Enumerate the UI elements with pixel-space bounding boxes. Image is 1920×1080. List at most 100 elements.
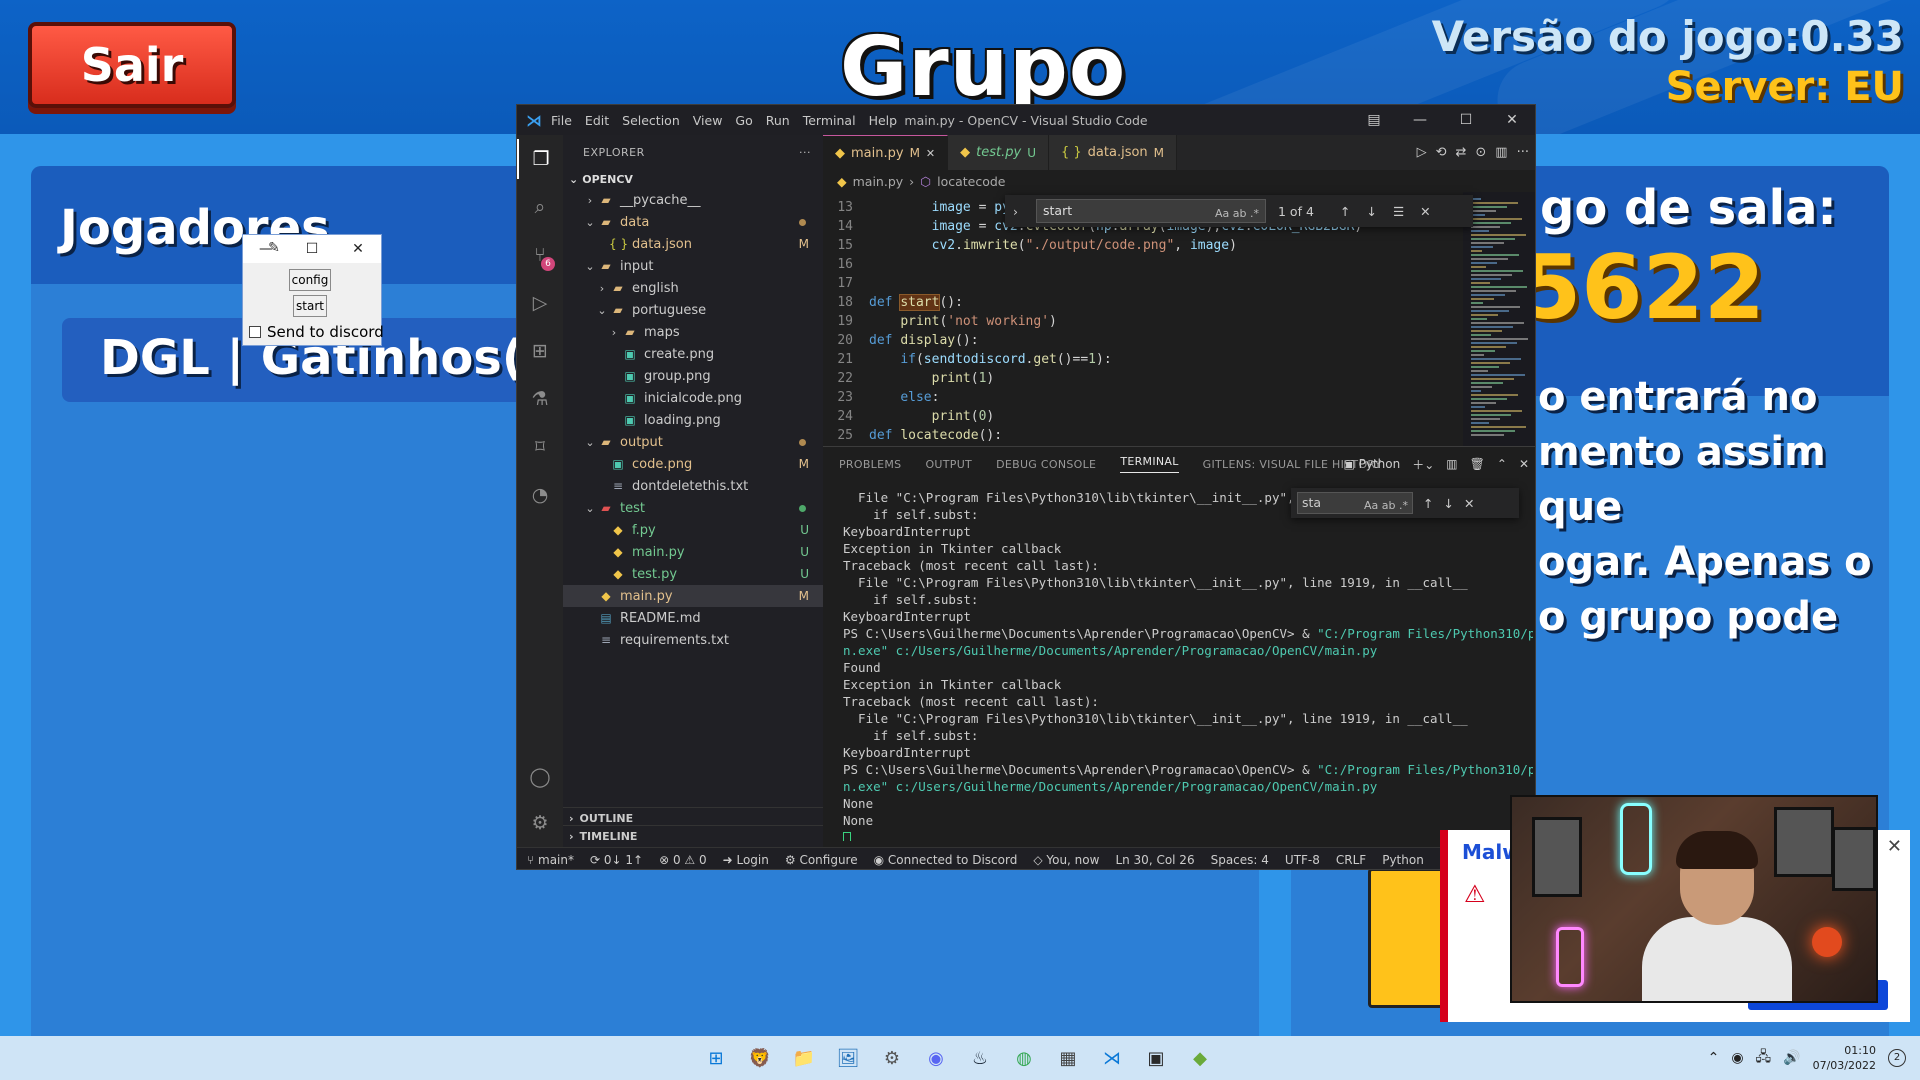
status-item[interactable]: Python <box>1382 853 1424 867</box>
testing-icon[interactable]: ⚗ <box>517 379 563 419</box>
status-item[interactable]: Spaces: 4 <box>1211 853 1269 867</box>
panel-tab[interactable]: TERMINAL <box>1120 455 1179 473</box>
breadcrumb-file[interactable]: main.py <box>853 174 904 189</box>
split-terminal-icon[interactable]: ▥ <box>1446 457 1457 471</box>
discord-icon[interactable]: ◉ <box>920 1042 952 1074</box>
arrow-up-icon[interactable]: ↑ <box>1423 496 1433 511</box>
tree-item[interactable]: ▣ code.png M <box>563 453 823 475</box>
status-item[interactable]: Ln 30, Col 26 <box>1115 853 1194 867</box>
explorer-icon[interactable]: ❐ <box>517 139 563 179</box>
tree-item[interactable]: ◆ main.py M <box>563 585 823 607</box>
editor-tab[interactable]: ◆ test.py U <box>948 135 1049 170</box>
close-icon[interactable]: ✕ <box>1887 836 1902 857</box>
compare-icon[interactable]: ⇄ <box>1455 145 1466 160</box>
menu-item-run[interactable]: Run <box>766 113 790 128</box>
add-terminal-icon[interactable]: ＋⌄ <box>1412 456 1434 473</box>
tree-item[interactable]: ▣ group.png <box>563 365 823 387</box>
close-icon[interactable]: ✕ <box>1420 204 1430 219</box>
close-icon[interactable]: ✕ <box>335 241 381 257</box>
menu-item-edit[interactable]: Edit <box>585 113 609 128</box>
find-input[interactable]: start Aa ab .* <box>1036 199 1266 223</box>
tree-item[interactable]: › ▰ __pycache__ <box>563 189 823 211</box>
tree-item[interactable]: ▣ loading.png <box>563 409 823 431</box>
minimize-icon[interactable]: — <box>1397 112 1443 128</box>
calculator-icon[interactable]: ▦ <box>1052 1042 1084 1074</box>
layout-icon[interactable]: ▤ <box>1351 112 1397 128</box>
terminal-find-input[interactable]: sta Aa ab .* <box>1297 492 1413 514</box>
status-item[interactable]: ⑂ main* <box>527 853 574 867</box>
tree-item[interactable]: › ▰ english <box>563 277 823 299</box>
settings-icon[interactable]: ⚙ <box>876 1042 908 1074</box>
close-tab-icon[interactable]: ✕ <box>926 147 935 160</box>
panel-tab[interactable]: PROBLEMS <box>839 458 901 471</box>
file-explorer-icon[interactable]: 📁 <box>788 1042 820 1074</box>
tree-item[interactable]: ◆ main.py U <box>563 541 823 563</box>
maximize-panel-icon[interactable]: ⌃ <box>1497 457 1507 471</box>
steam-icon[interactable]: ♨ <box>964 1042 996 1074</box>
split-editor-icon[interactable]: ▥ <box>1495 145 1507 160</box>
tree-item[interactable]: ⌄ ▰ output <box>563 431 823 453</box>
status-item[interactable]: CRLF <box>1336 853 1366 867</box>
status-item[interactable]: ➜ Login <box>723 853 769 867</box>
notification-badge[interactable]: 2 <box>1888 1049 1906 1067</box>
volume-icon[interactable]: 🔊 <box>1783 1050 1800 1066</box>
clock[interactable]: 01:10 07/03/2022 <box>1813 1043 1876 1073</box>
status-item[interactable]: ⟳ 0↓ 1↑ <box>590 853 643 867</box>
more-actions-icon[interactable]: ··· <box>1517 145 1529 160</box>
game-icon[interactable]: ◆ <box>1184 1042 1216 1074</box>
tree-item[interactable]: ⌄ ▰ data <box>563 211 823 233</box>
find-options[interactable]: Aa ab .* <box>1364 496 1408 516</box>
send-to-discord-checkbox[interactable]: Send to discord <box>249 323 384 341</box>
menu-item-terminal[interactable]: Terminal <box>803 113 856 128</box>
tree-item[interactable]: ◆ test.py U <box>563 563 823 585</box>
tree-item[interactable]: ≡ dontdeletethis.txt <box>563 475 823 497</box>
source-control-icon[interactable]: ⑂ 6 <box>517 235 563 275</box>
menu-item-file[interactable]: File <box>551 113 572 128</box>
tree-item[interactable]: ▣ create.png <box>563 343 823 365</box>
status-item[interactable]: ⊗ 0 ⚠ 0 <box>659 853 707 867</box>
tree-item[interactable]: ⌄ ▰ input <box>563 255 823 277</box>
photos-icon[interactable]: 🖼 <box>832 1042 864 1074</box>
close-icon[interactable]: ✕ <box>1489 112 1535 128</box>
breadcrumb-symbol[interactable]: locatecode <box>937 174 1005 189</box>
arrow-up-icon[interactable]: ↑ <box>1340 204 1350 219</box>
arrow-down-icon[interactable]: ↓ <box>1443 496 1453 511</box>
editor-tab[interactable]: { } data.json M <box>1048 135 1178 170</box>
tree-item[interactable]: { } data.json M <box>563 233 823 255</box>
workspace-root[interactable]: ⌄ OPENCV <box>563 169 823 189</box>
editor-tab[interactable]: ◆ main.py M ✕ <box>823 135 949 170</box>
menu-item-selection[interactable]: Selection <box>622 113 680 128</box>
terminal-shell[interactable]: ▣ Python <box>1343 457 1400 471</box>
config-button[interactable]: config <box>289 269 331 291</box>
bookmark-icon[interactable]: ⌑ <box>517 427 563 467</box>
run-icon[interactable]: ▷ <box>1417 145 1427 160</box>
exit-button[interactable]: Sair <box>28 22 236 108</box>
start-button[interactable]: start <box>293 295 327 317</box>
brave-browser-icon[interactable]: 🦁 <box>744 1042 776 1074</box>
trash-icon[interactable]: 🗑 <box>1470 457 1485 471</box>
tree-item[interactable]: ⌄ ▰ portuguese <box>563 299 823 321</box>
windows-start-icon[interactable]: ⊞ <box>700 1042 732 1074</box>
timeline-section[interactable]: › TIMELINE <box>563 825 823 847</box>
chevron-right-icon[interactable]: › <box>1013 204 1018 219</box>
status-item[interactable]: ◇ You, now <box>1033 853 1099 867</box>
gitlens-icon[interactable]: ◔ <box>517 475 563 515</box>
python-app-icon[interactable]: ▣ <box>1140 1042 1172 1074</box>
minimap[interactable] <box>1463 192 1535 446</box>
tree-item[interactable]: ⌄ ▰ test <box>563 497 823 519</box>
close-icon[interactable]: ✕ <box>1464 496 1474 511</box>
git-icon[interactable]: ⊙ <box>1475 145 1486 160</box>
panel-tab[interactable]: OUTPUT <box>925 458 972 471</box>
status-item[interactable]: ◉ Connected to Discord <box>874 853 1018 867</box>
close-icon[interactable]: ✕ <box>1519 457 1529 471</box>
maximize-icon[interactable]: ☐ <box>1443 112 1489 128</box>
chrome-icon[interactable]: ◍ <box>1008 1042 1040 1074</box>
discord-tray-icon[interactable]: ◉ <box>1731 1050 1743 1066</box>
tree-item[interactable]: ≡ requirements.txt <box>563 629 823 651</box>
find-options[interactable]: Aa ab .* <box>1215 203 1259 225</box>
tree-item[interactable]: ▤ README.md <box>563 607 823 629</box>
chevron-up-icon[interactable]: ⌃ <box>1708 1050 1720 1066</box>
panel-tab[interactable]: DEBUG CONSOLE <box>996 458 1096 471</box>
history-icon[interactable]: ⟲ <box>1436 145 1447 160</box>
status-item[interactable]: UTF-8 <box>1285 853 1320 867</box>
